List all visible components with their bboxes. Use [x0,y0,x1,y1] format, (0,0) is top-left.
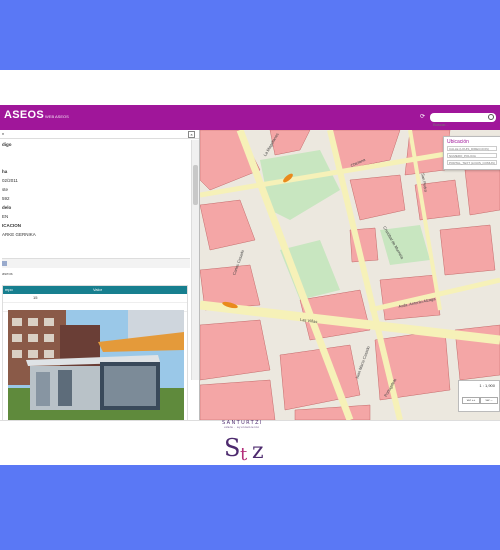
attribute-text: ha [2,169,8,174]
attribute-row: digo [2,140,182,149]
scrollbar[interactable] [191,140,199,380]
attribute-text: ICACION [2,223,21,228]
attribute-row: ARKE GERNIKA [2,230,182,239]
scrollbar-thumb[interactable] [193,165,198,205]
table-cell: 15 [33,295,38,300]
attribute-row [2,149,182,158]
attribute-row: ha [2,167,182,176]
refresh-icon[interactable]: ⟳ [420,114,426,120]
location-option[interactable]: NUMERO_POLICIA [447,153,497,158]
attribute-text: 592 [2,196,10,201]
attribute-text: 02/2011 [2,178,18,183]
search-icon[interactable] [488,114,494,120]
location-option[interactable]: PORTAL_TEXT (LOUIS_COMUN) [447,160,497,165]
svg-text:t: t [240,444,248,465]
location-title: Ubicación [447,139,469,145]
table-row[interactable]: 15 [3,294,187,303]
search-box[interactable] [430,113,496,129]
svg-text:S: S [224,434,240,462]
attribute-row: EN [2,212,182,221]
pill-icon [2,261,7,267]
app-title: ASEOS [4,109,45,121]
header-value: Valor [93,287,103,292]
zoom-in-button[interactable]: ver ++ [462,397,480,404]
app-window: ASEOS WEB ASEOS ⟳ n × digo ha 02/2011 ste 59… [0,105,500,421]
attribute-row: ste [2,185,182,194]
attribute-row: 02/2011 [2,176,182,185]
panel-header: n [0,130,199,139]
app-header: ASEOS WEB ASEOS ⟳ [0,105,500,130]
svg-text:z: z [252,439,264,464]
attribute-text: EN [2,214,9,219]
close-icon[interactable]: × [188,131,195,138]
map-view[interactable]: La Magallanes Las Viñas Avda. Antonio Al… [200,130,500,420]
section-label: aseos [2,271,13,276]
santurtzi-logo: SANTURTZI udala · ayuntamiento S t z [218,420,282,465]
attribute-text: ste [2,187,9,192]
location-option[interactable]: CALLE (LOUIS_DIRECCION) [447,146,497,151]
search-input[interactable] [430,120,489,129]
attribute-row: delo [2,203,182,212]
attribute-text: digo [2,142,12,147]
app-subtitle: WEB ASEOS [45,114,69,119]
section-bar [2,258,190,268]
logo-mark-icon: S t z [224,434,264,465]
attribute-row [2,158,182,167]
scale-widget: 1 : 1,900 ver ++ ver -- [458,380,500,412]
attribute-row: 592 [2,194,182,203]
table-header: mpo Valor [3,286,187,294]
scale-value: 1 : 1,900 [479,383,495,388]
attribute-text: delo [2,205,12,210]
toilet-photo [8,310,184,420]
panel-title: n [2,131,5,136]
attribute-list: digo ha 02/2011 ste 592 delo EN ICACION ARKE GER… [2,140,182,239]
zoom-out-button[interactable]: ver -- [480,397,498,404]
attribute-text: ARKE GERNIKA [2,232,36,237]
info-panel: n × digo ha 02/2011 ste 592 delo EN ICACION ARKE… [0,130,200,420]
header-field: mpo [5,287,13,292]
location-widget: Ubicación CALLE (LOUIS_DIRECCION) NUMERO… [443,136,500,170]
attribute-row: ICACION [2,221,182,230]
